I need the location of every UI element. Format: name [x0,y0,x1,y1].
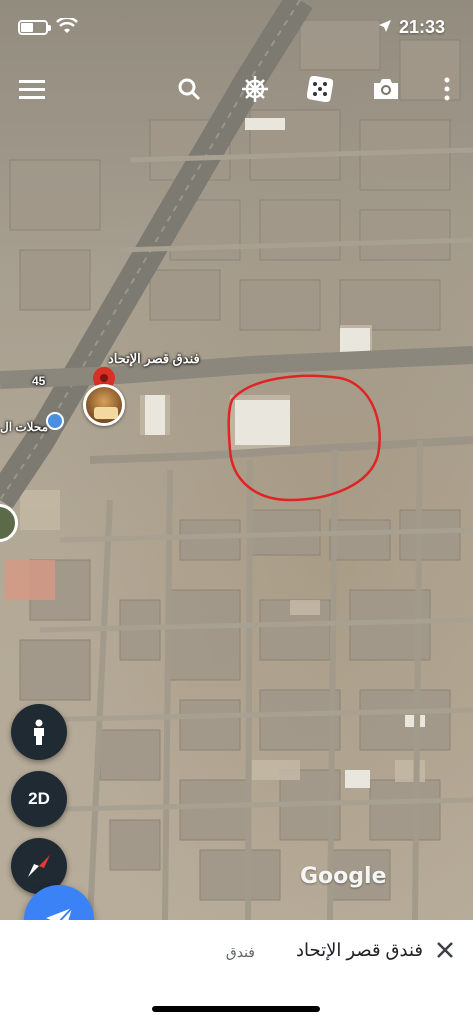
satellite-map[interactable]: 45 فندق قصر الإتحاد محلات ال [0,0,473,920]
location-arrow-icon [379,20,391,32]
wifi-icon [56,18,78,33]
battery-icon [18,20,51,35]
google-attribution: Google [300,864,387,889]
shops-map-label[interactable]: محلات ال [0,420,48,434]
place-category: فندق [225,944,255,960]
more-icon[interactable] [430,72,464,106]
dice-icon[interactable] [303,72,337,106]
voyager-wheel-icon[interactable] [238,72,272,106]
pegman-button[interactable] [11,704,67,760]
menu-icon[interactable] [15,72,49,106]
home-indicator [152,1006,320,1012]
road-number-label: 45 [32,374,46,388]
map-imagery [0,0,473,920]
camera-icon[interactable] [369,72,403,106]
status-time: 21:33 [398,17,445,37]
compass-icon [28,855,50,877]
search-icon[interactable] [172,72,206,106]
place-title[interactable]: فندق قصر الإتحاد [296,940,423,961]
toggle-2d-button[interactable]: 2D [11,771,67,827]
person-icon [34,719,44,745]
hotel-map-label[interactable]: فندق قصر الإتحاد [108,351,200,367]
close-icon[interactable] [431,936,459,964]
hotel-photo-thumbnail[interactable] [83,384,125,426]
shopping-bag-icon[interactable] [46,412,64,430]
status-bar: 21:33 [0,0,473,56]
